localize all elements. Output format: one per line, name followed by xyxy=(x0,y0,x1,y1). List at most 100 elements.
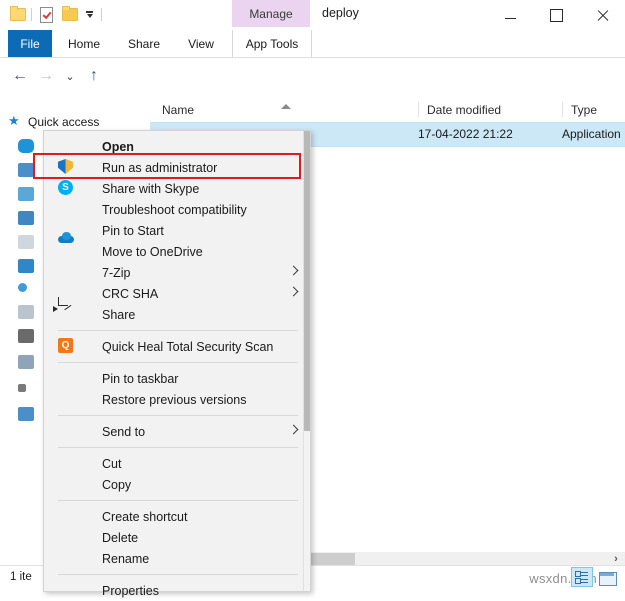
desktop-icon[interactable] xyxy=(18,211,34,225)
menu-separator xyxy=(58,500,298,501)
menu-item-crc-sha[interactable]: CRC SHA xyxy=(44,283,310,304)
onedrive-cloud-icon xyxy=(58,243,74,259)
ribbon-tab-strip: File Home Share View App Tools ? xyxy=(0,30,625,83)
drive-icon[interactable] xyxy=(18,384,26,392)
music-icon[interactable] xyxy=(18,283,27,292)
tab-share[interactable]: Share xyxy=(118,30,170,58)
menu-item-cut-label: Cut xyxy=(102,456,122,471)
menu-item-cut[interactable]: Cut xyxy=(44,453,310,474)
forward-icon: → xyxy=(38,67,54,84)
this-pc-icon[interactable] xyxy=(18,163,34,177)
menu-item-pin-to-taskbar[interactable]: Pin to taskbar xyxy=(44,368,310,389)
3d-objects-icon[interactable] xyxy=(18,187,34,201)
chevron-right-icon xyxy=(290,288,298,296)
menu-item-restore-previous-versions[interactable]: Restore previous versions xyxy=(44,389,310,410)
downloads-icon[interactable] xyxy=(18,259,34,273)
folder-icon[interactable] xyxy=(8,5,26,23)
tab-file-label: File xyxy=(20,37,40,51)
file-explorer-window: Manage deploy File Home Share View App T… xyxy=(0,0,625,598)
menu-separator xyxy=(58,330,298,331)
maximize-button[interactable] xyxy=(533,0,579,30)
menu-item-delete-label: Delete xyxy=(102,530,139,545)
tab-share-label: Share xyxy=(127,37,161,51)
onedrive-icon[interactable] xyxy=(18,139,34,153)
menu-item-share[interactable]: Share xyxy=(44,304,310,325)
column-header-type[interactable]: Type xyxy=(562,102,597,117)
menu-item-properties[interactable]: Properties xyxy=(44,580,310,601)
tab-view-label: View xyxy=(188,37,214,51)
contextual-tab-header-label: Manage xyxy=(249,6,293,21)
scroll-right-icon[interactable]: › xyxy=(609,552,623,566)
details-view-button[interactable] xyxy=(571,567,593,587)
sort-ascending-icon xyxy=(281,102,291,109)
menu-item-crc-sha-label: CRC SHA xyxy=(102,286,159,301)
tab-app-tools[interactable]: App Tools xyxy=(232,30,312,59)
menu-item-quick-heal-total-security-scan[interactable]: Q Quick Heal Total Security Scan xyxy=(44,336,310,357)
column-header-name-label: Name xyxy=(162,102,195,117)
sidebar-item-quick-access[interactable]: ★ Quick access xyxy=(0,112,99,132)
column-header-date-label: Date modified xyxy=(427,102,502,117)
menu-item-delete[interactable]: Delete xyxy=(44,527,310,548)
back-button[interactable]: ← xyxy=(10,66,30,86)
tab-app-tools-label: App Tools xyxy=(245,37,299,51)
customize-dropdown-icon[interactable] xyxy=(83,5,96,23)
share-arrow-icon xyxy=(53,306,74,322)
up-button[interactable]: ↑ xyxy=(84,66,104,86)
close-button[interactable] xyxy=(579,0,625,30)
menu-item-rename-label: Rename xyxy=(102,551,150,566)
menu-item-pin-to-taskbar-label: Pin to taskbar xyxy=(102,371,179,386)
column-header-name[interactable]: Name xyxy=(162,97,194,122)
context-menu[interactable]: Open Run as administrator S Share with S… xyxy=(33,130,311,598)
contextual-tab-header-manage[interactable]: Manage xyxy=(232,0,310,27)
new-folder-icon[interactable] xyxy=(60,5,78,23)
network-icon[interactable] xyxy=(18,407,34,421)
menu-item-copy[interactable]: Copy xyxy=(44,474,310,495)
chevron-down-icon: ⌄ xyxy=(65,70,75,83)
menu-item-create-shortcut[interactable]: Create shortcut xyxy=(44,506,310,527)
tab-file[interactable]: File xyxy=(8,30,52,58)
menu-item-move-to-onedrive-label: Move to OneDrive xyxy=(102,244,203,259)
menu-item-share-with-skype[interactable]: S Share with Skype xyxy=(44,178,310,199)
local-disk-icon[interactable] xyxy=(18,355,34,369)
chevron-right-icon xyxy=(290,426,298,434)
forward-button[interactable]: → xyxy=(36,66,56,86)
column-header-date-modified[interactable]: Date modified xyxy=(418,102,501,117)
menu-item-pin-to-start[interactable]: Pin to Start xyxy=(44,220,310,241)
menu-separator xyxy=(58,447,298,448)
address-toolbar: ← → ⌄ ↑ « › releases › deploy ↻ Search d… xyxy=(0,58,625,148)
window-title: deploy xyxy=(322,6,359,20)
cell-type: Application xyxy=(562,127,621,141)
videos-icon[interactable] xyxy=(18,329,34,343)
menu-item-troubleshoot-compatibility-label: Troubleshoot compatibility xyxy=(102,202,247,217)
menu-item-7-zip[interactable]: 7-Zip xyxy=(44,262,310,283)
menu-item-create-shortcut-label: Create shortcut xyxy=(102,509,188,524)
menu-item-quick-heal-label: Quick Heal Total Security Scan xyxy=(102,339,274,354)
context-menu-scrollbar-thumb[interactable] xyxy=(304,131,310,431)
tab-home[interactable]: Home xyxy=(58,30,110,58)
documents-icon[interactable] xyxy=(18,235,34,249)
menu-separator xyxy=(58,574,298,575)
menu-item-7-zip-label: 7-Zip xyxy=(102,265,131,280)
menu-item-troubleshoot-compatibility[interactable]: Troubleshoot compatibility xyxy=(44,199,310,220)
menu-item-move-to-onedrive[interactable]: Move to OneDrive xyxy=(44,241,310,262)
menu-item-run-as-administrator[interactable]: Run as administrator xyxy=(33,153,310,179)
menu-item-send-to-label: Send to xyxy=(102,424,146,439)
tab-view[interactable]: View xyxy=(178,30,224,58)
menu-item-send-to[interactable]: Send to xyxy=(44,421,310,442)
menu-item-open-label: Open xyxy=(102,139,134,154)
recent-locations-button[interactable]: ⌄ xyxy=(60,66,80,86)
menu-item-properties-label: Properties xyxy=(102,583,159,598)
menu-item-open[interactable]: Open xyxy=(44,136,310,157)
menu-separator xyxy=(58,362,298,363)
skype-icon: S xyxy=(58,180,74,196)
up-icon: ↑ xyxy=(90,67,98,84)
large-icons-view-button[interactable] xyxy=(597,569,617,587)
item-count-text: 1 ite xyxy=(10,571,32,583)
menu-item-run-as-administrator-label: Run as administrator xyxy=(102,160,218,175)
minimize-button[interactable] xyxy=(487,0,533,30)
properties-icon[interactable] xyxy=(37,5,55,23)
context-menu-scrollbar[interactable] xyxy=(303,131,310,591)
pictures-icon[interactable] xyxy=(18,305,34,319)
menu-item-rename[interactable]: Rename xyxy=(44,548,310,569)
shield-icon xyxy=(58,159,74,175)
